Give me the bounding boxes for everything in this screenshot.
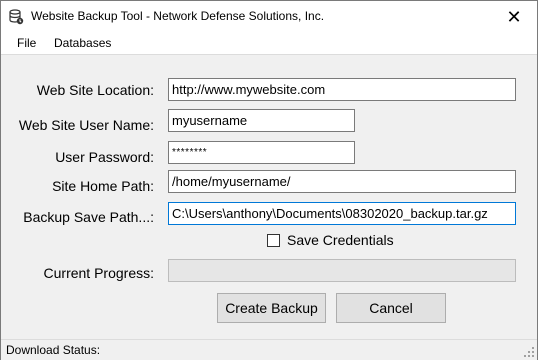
save-path-label: Backup Save Path...:	[23, 209, 154, 225]
home-path-label: Site Home Path:	[52, 178, 154, 194]
user-name-label: Web Site User Name:	[18, 117, 154, 133]
save-credentials-label: Save Credentials	[287, 232, 394, 248]
resize-grip-icon[interactable]	[524, 347, 535, 358]
save-path-input[interactable]: C:\Users\anthony\Documents\08302020_back…	[168, 202, 516, 225]
site-location-label: Web Site Location:	[36, 82, 154, 98]
window-title: Website Backup Tool - Network Defense So…	[31, 9, 325, 23]
create-backup-button[interactable]: Create Backup	[217, 293, 326, 323]
password-label: User Password:	[55, 149, 154, 165]
menu-file[interactable]: File	[17, 36, 36, 50]
progress-bar	[168, 259, 516, 282]
user-name-input[interactable]: myusername	[168, 109, 355, 132]
progress-label: Current Progress:	[43, 265, 154, 281]
site-location-input[interactable]: http://www.mywebsite.com	[168, 78, 516, 101]
menu-databases[interactable]: Databases	[54, 36, 111, 50]
menu-separator	[1, 54, 537, 55]
app-window: Website Backup Tool - Network Defense So…	[0, 0, 538, 360]
menu-bar: File Databases	[1, 32, 537, 54]
home-path-input[interactable]: /home/myusername/	[168, 170, 516, 193]
cancel-button[interactable]: Cancel	[336, 293, 446, 323]
close-icon[interactable]: ✕	[491, 1, 537, 32]
password-input[interactable]: ********	[168, 141, 355, 164]
download-status: Download Status:	[6, 343, 101, 357]
title-bar[interactable]: Website Backup Tool - Network Defense So…	[1, 1, 537, 32]
database-icon	[8, 9, 24, 25]
status-bar: Download Status:	[1, 339, 537, 360]
save-credentials-checkbox[interactable]	[267, 234, 280, 247]
